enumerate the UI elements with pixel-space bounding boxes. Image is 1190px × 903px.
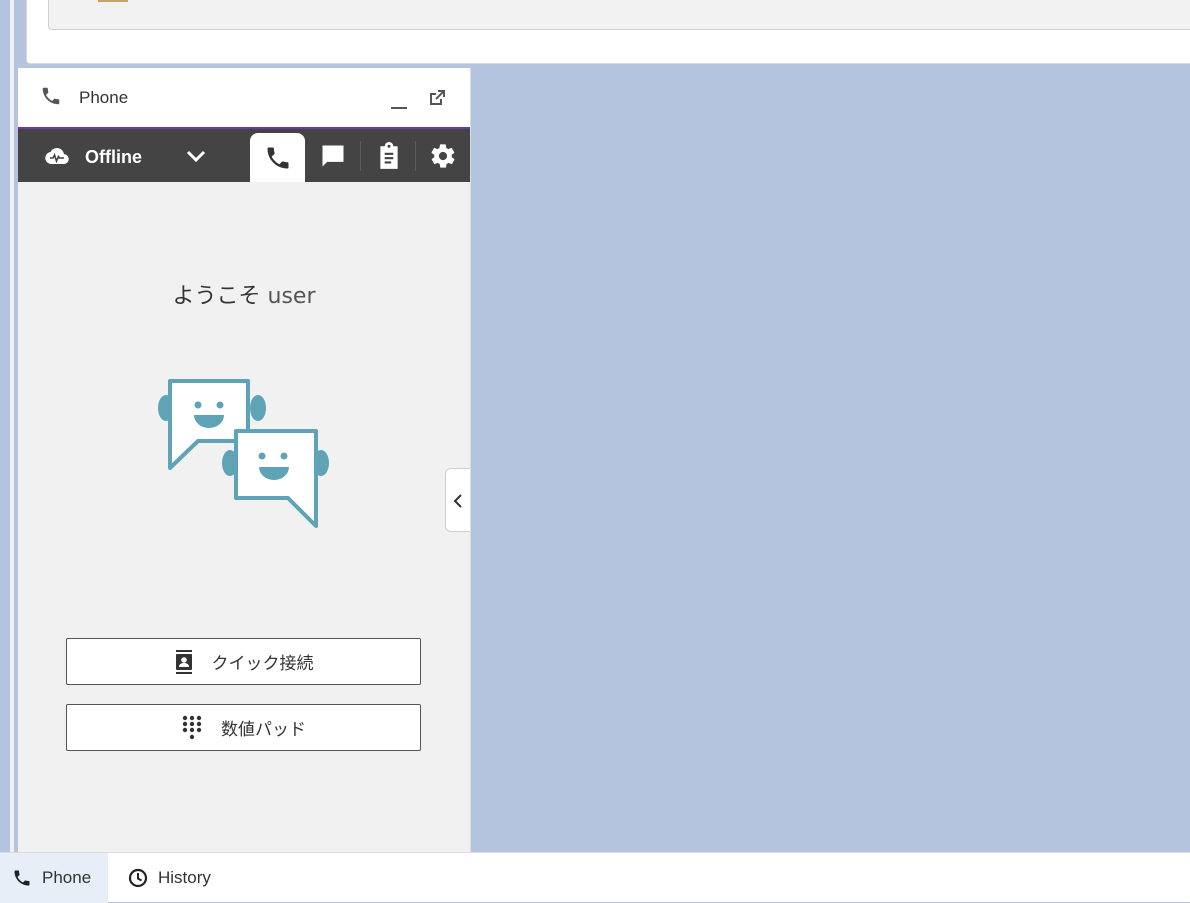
tab-settings[interactable] xyxy=(415,129,470,182)
left-background-strip xyxy=(0,0,10,852)
chevron-down-icon xyxy=(186,150,206,163)
phone-panel: Phone Offline ようこそ user クイック接続 数値パッド xyxy=(18,68,471,852)
chevron-left-icon xyxy=(453,494,462,508)
quick-connect-button[interactable]: クイック接続 xyxy=(66,638,421,685)
dialpad-icon xyxy=(182,715,202,739)
top-inner-container xyxy=(48,0,1190,30)
panel-header: Phone xyxy=(18,68,470,129)
number-pad-button[interactable]: 数値パッド xyxy=(66,704,421,751)
number-pad-label: 数値パッド xyxy=(221,720,306,740)
bottom-tab-phone-label: Phone xyxy=(42,868,92,887)
phone-icon xyxy=(42,87,60,105)
tab-tasks[interactable] xyxy=(361,129,416,182)
bottom-tab-phone[interactable]: Phone xyxy=(0,853,108,903)
tab-chat[interactable] xyxy=(305,129,360,182)
quick-connect-label: クイック接続 xyxy=(211,654,314,674)
clock-icon xyxy=(128,868,148,888)
left-divider xyxy=(10,0,14,852)
phone-icon xyxy=(267,147,288,168)
status-label: Offline xyxy=(85,147,142,167)
status-dropdown[interactable]: Offline xyxy=(18,129,248,182)
bottom-tab-history-label: History xyxy=(158,868,211,887)
chat-icon xyxy=(322,145,343,166)
cloud-status-icon xyxy=(45,148,69,164)
bottom-tab-history[interactable]: History xyxy=(128,853,211,903)
collapse-panel-button[interactable] xyxy=(445,468,470,532)
chat-bots-illustration xyxy=(158,379,329,528)
popout-icon[interactable] xyxy=(427,88,447,108)
minimize-icon[interactable] xyxy=(390,92,408,110)
gear-icon xyxy=(430,143,455,168)
bottom-tab-bar: Phone History xyxy=(0,852,1190,903)
contact-book-icon xyxy=(175,649,192,674)
phone-icon xyxy=(14,870,30,886)
tab-phone[interactable] xyxy=(250,133,305,182)
panel-title: Phone xyxy=(79,88,129,107)
welcome-greeting: ようこそ xyxy=(172,284,261,309)
welcome-message: ようこそ user xyxy=(18,278,470,310)
toolbar: Offline xyxy=(18,129,470,182)
welcome-username: user xyxy=(267,284,316,309)
clipboard-icon xyxy=(379,141,398,169)
top-partial-icon xyxy=(98,0,128,2)
